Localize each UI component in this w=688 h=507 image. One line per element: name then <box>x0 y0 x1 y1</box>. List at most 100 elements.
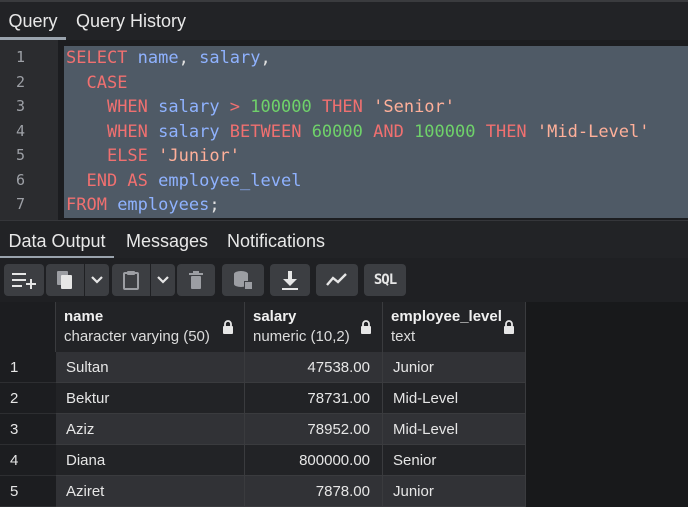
cell-employee-level[interactable]: Senior <box>383 445 526 476</box>
tab-query[interactable]: Query <box>0 2 66 40</box>
table-row[interactable]: 1 Sultan 47538.00 Junior <box>0 352 526 383</box>
sql-button[interactable]: SQL <box>364 264 406 296</box>
line-number: 2 <box>16 72 26 91</box>
row-number[interactable]: 3 <box>0 414 56 445</box>
cell-salary[interactable]: 7878.00 <box>245 476 383 507</box>
tab-messages[interactable]: Messages <box>126 221 208 259</box>
column-type: text <box>391 328 416 345</box>
sql-icon: SQL <box>373 272 397 288</box>
cell-employee-level[interactable]: Junior <box>383 476 526 507</box>
copy-options-dropdown[interactable] <box>85 264 109 296</box>
cell-name[interactable]: Diana <box>56 445 245 476</box>
line-number: 6 <box>16 170 26 189</box>
code-line[interactable]: WHEN salary > 100000 THEN 'Senior' <box>66 95 455 119</box>
save-data-button[interactable] <box>222 264 264 296</box>
code-line[interactable]: FROM employees; <box>66 193 220 217</box>
delete-icon <box>189 271 203 289</box>
table-row[interactable]: 4 Diana 800000.00 Senior <box>0 445 526 476</box>
code-token: 60000 <box>311 121 374 142</box>
code-token: 100000 <box>250 97 322 117</box>
row-number[interactable]: 1 <box>0 352 56 383</box>
code-line[interactable]: ELSE 'Junior' <box>66 144 240 168</box>
selected-code-area[interactable]: SELECT name, salary, CASE WHEN salary > … <box>64 46 688 218</box>
cell-name[interactable]: Bektur <box>56 383 245 414</box>
chevron-down-icon <box>157 276 169 284</box>
row-number[interactable]: 2 <box>0 383 56 414</box>
code-line[interactable]: CASE <box>66 71 127 95</box>
code-line[interactable]: SELECT name, salary, <box>66 46 271 70</box>
code-token: WHEN <box>106 121 159 142</box>
code-token: employees <box>117 195 210 215</box>
delete-button[interactable] <box>177 264 215 296</box>
cell-employee-level[interactable]: Mid-Level <box>383 383 526 414</box>
code-line[interactable]: WHEN salary BETWEEN 60000 AND 100000 THE… <box>66 120 650 144</box>
cell-salary[interactable]: 800000.00 <box>245 445 383 476</box>
code-token: END AS <box>86 170 159 191</box>
code-token: salary <box>158 97 230 117</box>
code-token: BETWEEN <box>229 121 312 142</box>
column-name: employee_level <box>391 308 502 325</box>
column-name: name <box>64 308 104 325</box>
paste-options-dropdown[interactable] <box>151 264 175 296</box>
line-number: 1 <box>16 48 26 66</box>
code-token: , <box>260 48 271 68</box>
column-header-employee-level[interactable]: employee_level text <box>383 302 526 352</box>
column-type: numeric (10,2) <box>253 328 350 345</box>
row-number[interactable]: 5 <box>0 476 56 507</box>
code-token: salary <box>158 121 230 142</box>
lock-icon <box>361 320 371 334</box>
sql-editor[interactable]: 1 2 3 4 5 6 7 SELECT name, salary, CASE WHEN s… <box>0 40 688 220</box>
tab-data-output[interactable]: Data Output <box>0 221 114 259</box>
row-number[interactable]: 4 <box>0 445 56 476</box>
cell-name[interactable]: Sultan <box>56 352 245 383</box>
code-token: 'Mid-Level' <box>536 121 650 142</box>
code-token: SELECT <box>66 48 138 68</box>
download-button[interactable] <box>270 264 310 296</box>
cell-name[interactable]: Aziret <box>56 476 245 507</box>
cell-salary[interactable]: 78952.00 <box>245 414 383 445</box>
code-token: salary <box>199 48 261 68</box>
tab-notifications[interactable]: Notifications <box>227 221 325 259</box>
editor-tab-bar: Query Query History <box>0 0 688 40</box>
tab-query-history[interactable]: Query History <box>76 2 186 40</box>
code-line[interactable]: END AS employee_level <box>66 169 301 193</box>
line-number: 4 <box>16 121 26 140</box>
graph-visualiser-button[interactable] <box>316 264 358 296</box>
code-token: ; <box>209 195 220 215</box>
table-row[interactable]: 2 Bektur 78731.00 Mid-Level <box>0 383 526 414</box>
code-token: WHEN <box>106 97 159 117</box>
cell-salary[interactable]: 47538.00 <box>245 352 383 383</box>
code-token: > <box>229 97 251 117</box>
cell-employee-level[interactable]: Junior <box>383 352 526 383</box>
line-number: 3 <box>16 97 26 115</box>
cell-name[interactable]: Aziz <box>56 414 245 445</box>
add-row-button[interactable] <box>4 264 44 296</box>
download-icon <box>282 271 298 290</box>
paste-icon <box>123 271 139 290</box>
add-row-icon <box>12 273 36 289</box>
code-token: 100000 <box>414 121 486 142</box>
column-header-salary[interactable]: salary numeric (10,2) <box>245 302 383 352</box>
lock-icon <box>223 320 233 334</box>
code-token: AND <box>373 121 415 142</box>
graph-icon <box>326 273 347 286</box>
table-row[interactable]: 5 Aziret 7878.00 Junior <box>0 476 526 507</box>
cell-employee-level[interactable]: Mid-Level <box>383 414 526 445</box>
cell-salary[interactable]: 78731.00 <box>245 383 383 414</box>
copy-button[interactable] <box>46 264 84 296</box>
paste-button[interactable] <box>112 264 150 296</box>
code-token: 'Senior' <box>373 97 456 117</box>
column-type: character varying (50) <box>64 328 210 345</box>
code-token: 'Junior' <box>158 146 241 166</box>
copy-icon <box>57 271 72 289</box>
line-number-gutter: 1 2 3 4 5 6 7 <box>0 40 58 220</box>
grid-corner[interactable] <box>0 302 56 352</box>
table-row[interactable]: 3 Aziz 78952.00 Mid-Level <box>0 414 526 445</box>
results-tab-bar: Data Output Messages Notifications <box>0 220 688 259</box>
column-header-name[interactable]: name character varying (50) <box>56 302 245 352</box>
code-token: name <box>137 48 179 68</box>
results-toolbar: SQL <box>0 258 688 302</box>
